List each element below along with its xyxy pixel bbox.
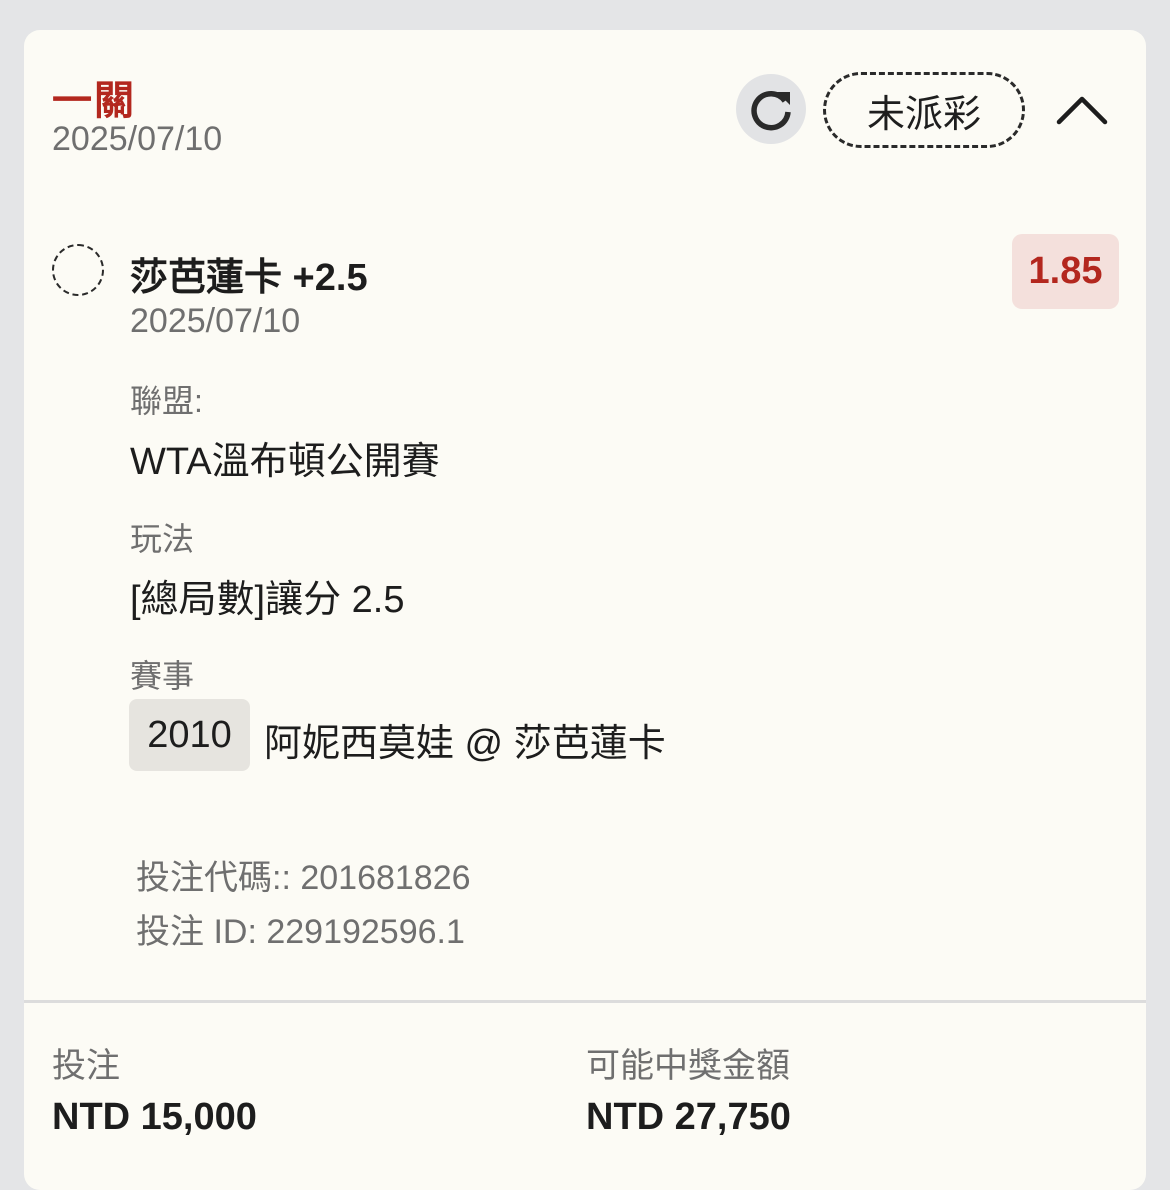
chevron-up-icon	[1056, 96, 1108, 125]
bet-date: 2025/07/10	[52, 120, 223, 158]
bet-card: 一關 2025/07/10 未派彩 莎芭蓮卡 +2.5 2025/07/10 1…	[24, 30, 1146, 1190]
bet-code: 投注代碼:: 201681826	[136, 859, 471, 897]
collapse-button[interactable]	[1050, 80, 1114, 140]
league-value: WTA溫布頓公開賽	[130, 441, 440, 483]
stake-label: 投注	[52, 1047, 120, 1085]
payout-value: NTD 27,750	[586, 1096, 791, 1138]
payout-label: 可能中獎金額	[586, 1047, 790, 1085]
event-label: 賽事	[130, 658, 195, 694]
status-badge: 未派彩	[823, 72, 1025, 148]
league-label: 聯盟:	[130, 383, 203, 419]
selection-title: 莎芭蓮卡 +2.5	[130, 257, 368, 299]
odds-badge: 1.85	[1012, 234, 1119, 309]
selection-date: 2025/07/10	[130, 302, 301, 340]
market-label: 玩法	[130, 521, 195, 557]
event-code-badge: 2010	[129, 699, 250, 771]
refresh-button[interactable]	[736, 74, 806, 144]
bet-id: 投注 ID: 229192596.1	[136, 913, 465, 951]
dashed-circle-icon	[52, 244, 104, 296]
refresh-icon	[751, 90, 791, 131]
market-value: [總局數]讓分 2.5	[130, 579, 405, 621]
event-name: 阿妮西莫娃 @ 莎芭蓮卡	[264, 723, 666, 765]
divider	[24, 1000, 1146, 1003]
stake-value: NTD 15,000	[52, 1096, 257, 1138]
bet-type-title: 一關	[52, 79, 136, 123]
